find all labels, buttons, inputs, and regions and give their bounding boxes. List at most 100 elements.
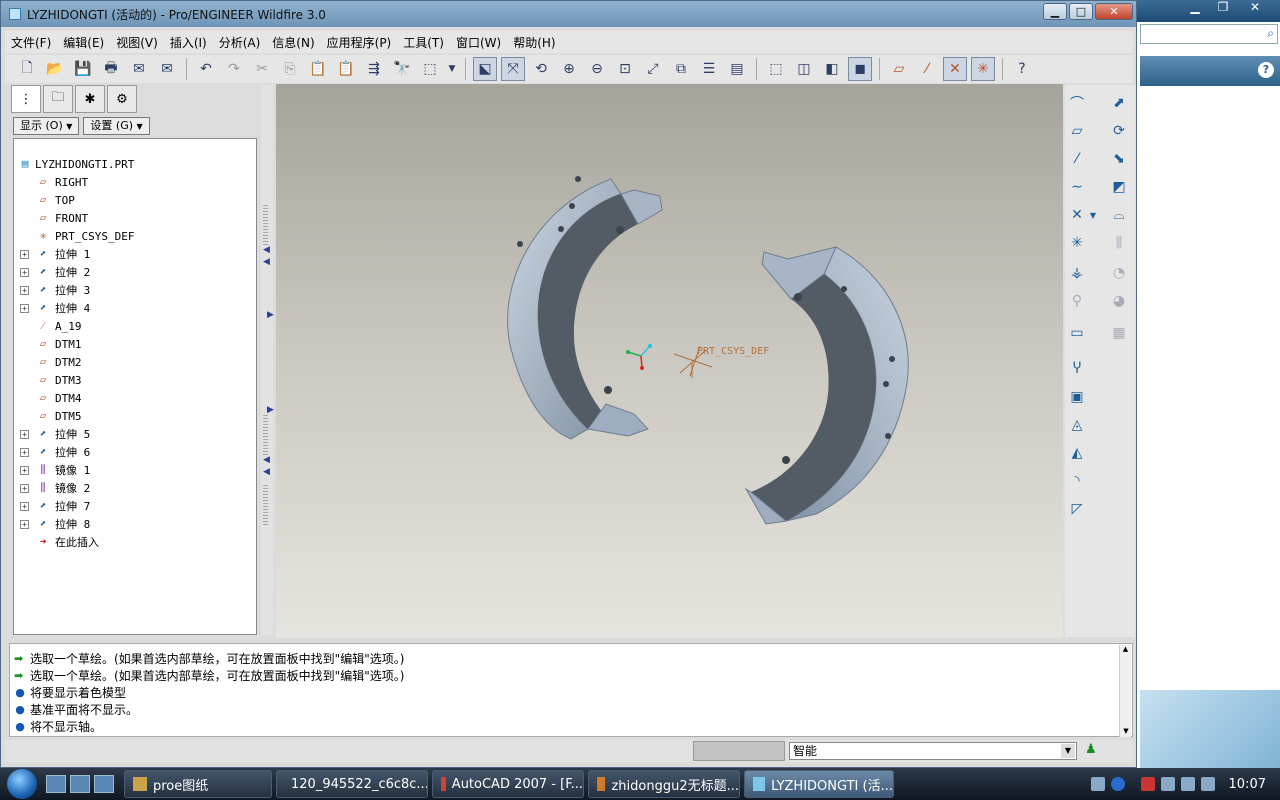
expand-right-icon[interactable]: ▶ [267, 310, 274, 320]
extrude-tool-icon[interactable]: ⬈ [1107, 91, 1131, 115]
tree-item[interactable]: ▱ DTM3 [14, 371, 256, 389]
show-desktop-icon[interactable] [70, 775, 90, 793]
zoom-in-icon[interactable]: ⊕ [557, 57, 581, 81]
datum-sketch-icon[interactable]: ⌒ [1065, 91, 1089, 115]
tree-item[interactable]: + ⫼ 镜像 2 [14, 479, 256, 497]
tree-item[interactable]: + ⬈ 拉伸 2 [14, 263, 256, 281]
help-icon[interactable]: ? [1258, 62, 1274, 78]
revolve-tool-icon[interactable]: ⟳ [1107, 119, 1131, 143]
tree-item[interactable]: ▱ DTM4 [14, 389, 256, 407]
refit-icon[interactable]: ⊡ [613, 57, 637, 81]
right-brake-shoe[interactable] [744, 246, 909, 525]
keyboard-icon[interactable] [1090, 777, 1105, 791]
send-mail-icon[interactable]: ✉ [127, 57, 151, 81]
expand-icon[interactable]: + [20, 483, 29, 493]
context-help-icon[interactable]: ? [1010, 57, 1034, 81]
message-scrollbar[interactable]: ▲ ▼ [1119, 645, 1131, 737]
maximize-button[interactable]: □ [1069, 3, 1093, 20]
reorient-icon[interactable]: ⤢ [641, 57, 665, 81]
expand-icon[interactable]: + [20, 303, 29, 313]
connections-tab-icon[interactable]: ⚙ [107, 85, 137, 113]
rib-tool-icon[interactable]: ◬ [1065, 413, 1089, 437]
taskbar-item[interactable]: 120_945522_c6c8c... [276, 770, 428, 798]
menu-analysis[interactable]: 分析(A) [213, 34, 267, 51]
volume-icon[interactable] [1180, 777, 1195, 791]
bg-restore-button[interactable]: ❐ [1209, 0, 1237, 16]
spin-center-icon[interactable]: ⤧ [501, 57, 525, 81]
menu-file[interactable]: 文件(F) [5, 34, 57, 51]
analysis-feature-icon[interactable]: ⚶ [1065, 261, 1089, 285]
find-icon[interactable]: 🔭 [390, 57, 414, 81]
taskbar-item-active[interactable]: LYZHIDONGTI (活... [744, 770, 894, 798]
tree-item[interactable]: ▱ FRONT [14, 209, 256, 227]
menu-edit[interactable]: 编辑(E) [57, 34, 110, 51]
tree-item[interactable]: ✳ PRT_CSYS_DEF [14, 227, 256, 245]
variable-sweep-icon[interactable]: ⬊ [1107, 147, 1131, 171]
tree-item[interactable]: + ⬈ 拉伸 1 [14, 245, 256, 263]
chevron-down-icon[interactable]: ▼ [1087, 203, 1099, 227]
mirror-tool-icon[interactable]: ⫼ [1107, 231, 1131, 255]
draft-tool-icon[interactable]: ◭ [1065, 441, 1089, 465]
switch-windows-icon[interactable] [94, 775, 114, 793]
copy-icon[interactable]: ⎘ [278, 57, 302, 81]
folder-browser-tab-icon[interactable]: 🗀 [43, 85, 73, 113]
menu-window[interactable]: 窗口(W) [450, 34, 507, 51]
taskbar-item[interactable]: zhidonggu2无标题... [588, 770, 740, 798]
expand-icon[interactable]: + [20, 501, 29, 511]
collapse-left-icon[interactable]: ◀ [263, 455, 270, 465]
tree-item[interactable]: ▱ DTM2 [14, 353, 256, 371]
paste-icon[interactable]: 📋 [306, 57, 330, 81]
tree-item[interactable]: ➜ 在此插入 [14, 533, 256, 551]
expand-icon[interactable]: + [20, 447, 29, 457]
settings-menu-button[interactable]: 设置 (G) ▼ [83, 117, 150, 135]
bg-close-button[interactable]: ✕ [1241, 0, 1269, 16]
favorites-tab-icon[interactable]: ✱ [75, 85, 105, 113]
datum-axis-display-icon[interactable]: ⁄ [915, 57, 939, 81]
start-button[interactable] [0, 768, 44, 800]
tree-item[interactable]: + ⫼ 镜像 1 [14, 461, 256, 479]
new-file-icon[interactable]: 🗋 [15, 57, 39, 81]
selection-filter-select[interactable]: 智能 ▼ [789, 742, 1077, 760]
graphics-viewport[interactable]: PRT_CSYS_DEF [276, 84, 1063, 638]
undo-icon[interactable]: ↶ [194, 57, 218, 81]
menu-applications[interactable]: 应用程序(P) [321, 34, 398, 51]
tree-item[interactable]: + ⬈ 拉伸 8 [14, 515, 256, 533]
quick-launch-icon[interactable] [46, 775, 66, 793]
csys-display-icon[interactable]: ✳ [971, 57, 995, 81]
trim-tool-icon[interactable]: ⚲ [1065, 289, 1089, 313]
security-icon[interactable] [1140, 777, 1155, 791]
left-brake-shoe[interactable] [507, 176, 663, 440]
hidden-line-icon[interactable]: ◫ [792, 57, 816, 81]
redo-icon[interactable]: ↷ [222, 57, 246, 81]
merge-tool-icon[interactable]: ◔ [1107, 261, 1131, 285]
taskbar-item[interactable]: proe图纸 [124, 770, 272, 798]
tree-item[interactable]: ▱ DTM5 [14, 407, 256, 425]
tree-item[interactable]: ▤ LYZHIDONGTI.PRT [14, 155, 256, 173]
repaint-icon[interactable]: ⬕ [473, 57, 497, 81]
collapse-left-icon[interactable]: ◀ [263, 257, 270, 267]
zoom-out-icon[interactable]: ⊖ [585, 57, 609, 81]
search-icon[interactable]: ⌕ [1267, 26, 1274, 41]
selection-box-icon[interactable]: ⬚ [418, 57, 442, 81]
expand-icon[interactable]: + [20, 519, 29, 529]
help-icon[interactable] [1110, 777, 1125, 791]
collapse-left-icon[interactable]: ◀ [263, 245, 270, 255]
tree-item[interactable]: ▱ RIGHT [14, 173, 256, 191]
bg-minimize-button[interactable]: ▁ [1181, 0, 1209, 16]
datum-axis-tool-icon[interactable]: ⁄ [1065, 147, 1089, 171]
menu-info[interactable]: 信息(N) [266, 34, 320, 51]
tree-item[interactable]: + ⬈ 拉伸 3 [14, 281, 256, 299]
annotation-icon[interactable]: ▭ [1065, 321, 1089, 345]
panel-splitter[interactable]: ◀ ◀ ▶ ▶ ◀ ◀ [261, 85, 274, 635]
shell-tool-icon[interactable]: ▣ [1065, 385, 1089, 409]
power-icon[interactable] [1200, 777, 1215, 791]
tree-item[interactable]: + ⬈ 拉伸 7 [14, 497, 256, 515]
collapse-left-icon[interactable]: ◀ [263, 467, 270, 477]
open-folder-icon[interactable]: 📂 [43, 57, 67, 81]
close-button[interactable]: ✕ [1095, 3, 1133, 20]
tree-item[interactable]: + ⬈ 拉伸 6 [14, 443, 256, 461]
expand-icon[interactable]: + [20, 267, 29, 277]
tree-item[interactable]: + ⬈ 拉伸 4 [14, 299, 256, 317]
boundary-blend-icon[interactable]: ◩ [1107, 175, 1131, 199]
datum-plane-tool-icon[interactable]: ▱ [1065, 119, 1089, 143]
